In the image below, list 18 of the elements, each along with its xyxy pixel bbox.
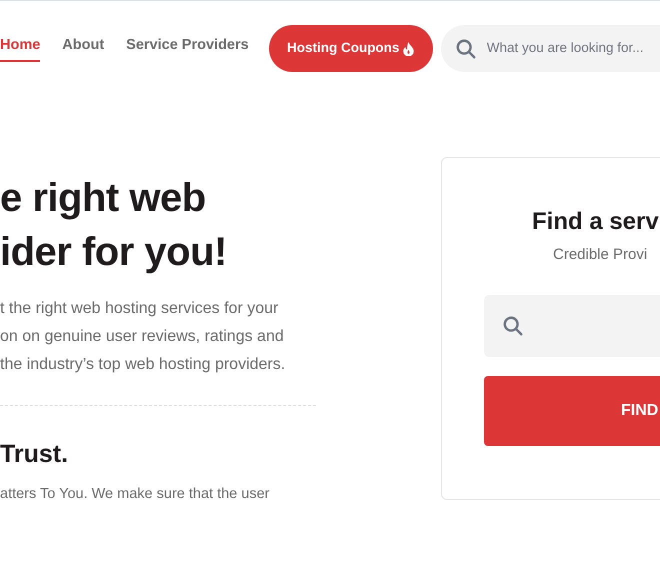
flame-icon xyxy=(403,42,414,56)
search-input[interactable]: What you are looking for... xyxy=(486,38,660,59)
finder-search-field[interactable] xyxy=(484,294,660,356)
nav-link[interactable]: Home xyxy=(0,35,40,62)
hosting-coupons-button[interactable]: Hosting Coupons xyxy=(268,25,433,72)
hero-heading: ider for you! xyxy=(0,229,228,276)
hero-paragraph: t the right web hosting services for your on on genuine user reviews, ratings and the industry’s top web hosting providers. xyxy=(0,299,286,375)
finder-subtitle: Credible Provi xyxy=(553,245,648,265)
trust-text: atters To You. We make sure that the user xyxy=(0,484,270,504)
search-icon xyxy=(502,314,524,336)
search-icon xyxy=(454,38,477,60)
finder-title: Find a serv xyxy=(532,207,660,237)
find-button[interactable]: FIND xyxy=(484,376,660,446)
nav-link[interactable]: Service Providers xyxy=(126,35,249,62)
nav-link[interactable]: About xyxy=(62,35,104,62)
trust-heading: Trust. xyxy=(0,439,70,470)
search-field[interactable]: What you are looking for... xyxy=(440,25,660,72)
hero-heading: e right web xyxy=(0,175,207,222)
